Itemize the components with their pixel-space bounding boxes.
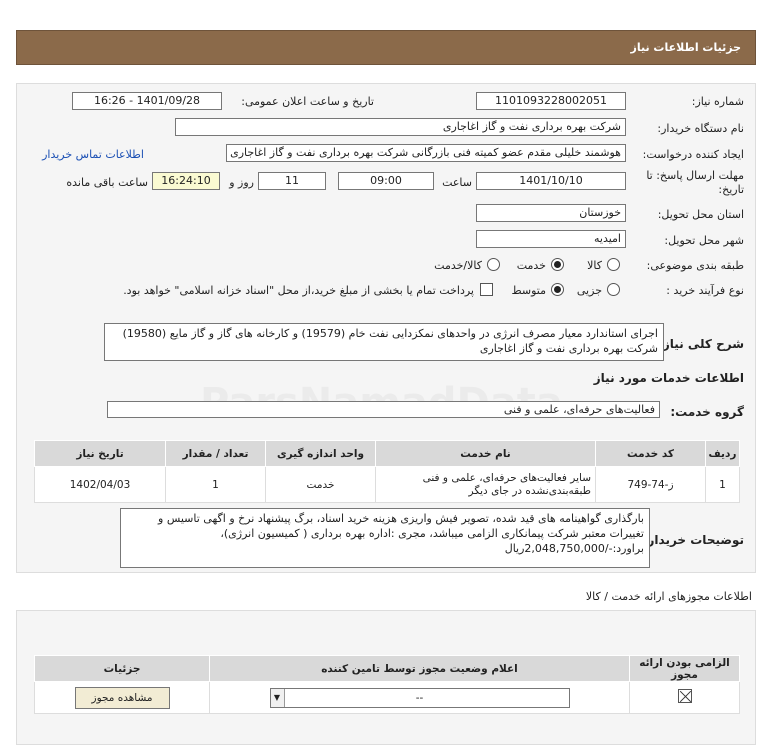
required-checkbox bbox=[677, 689, 692, 703]
remaining-time-field: 16:24:10 bbox=[152, 172, 220, 190]
city-field[interactable]: امیدیه bbox=[476, 230, 626, 248]
col-required: الزامی بودن ارائه مجوز bbox=[629, 655, 740, 682]
chevron-down-icon[interactable]: ▼ bbox=[270, 688, 285, 707]
category-label: طبقه بندی موضوعی: bbox=[646, 259, 744, 272]
announce-label: تاریخ و ساعت اعلان عمومی: bbox=[241, 95, 374, 108]
announce-field[interactable]: 1401/09/28 - 16:26 bbox=[72, 92, 222, 110]
col-code: کد خدمت bbox=[595, 440, 706, 467]
summary-label: شرح کلی نیاز: bbox=[658, 337, 744, 351]
deadline-label: مهلت ارسال پاسخ: تا تاریخ: bbox=[646, 169, 744, 196]
contact-buyer-link[interactable]: اطلاعات تماس خریدار bbox=[42, 148, 144, 161]
page: جزئیات اطلاعات نیاز ParsNamadData شماره … bbox=[0, 0, 770, 745]
buyer-notes-text: بارگذاری گواهینامه های قید شده، تصویر فی… bbox=[120, 508, 650, 568]
cell-qty: 1 bbox=[165, 466, 266, 503]
buyer-org-field[interactable]: شرکت بهره برداری نفت و گاز اغاجاری bbox=[175, 118, 626, 136]
radio-goods-service[interactable] bbox=[487, 258, 500, 271]
cell-name: سایر فعالیت‌های حرفه‌ای، علمی و فنی طبقه… bbox=[375, 466, 596, 503]
col-date: تاریخ نیاز bbox=[34, 440, 166, 467]
service-group-label: گروه خدمت: bbox=[670, 405, 744, 419]
need-number-label: شماره نیاز: bbox=[691, 95, 744, 108]
creator-field[interactable]: هوشمند خلیلی مقدم عضو کمیته فنی بازرگانی… bbox=[226, 144, 626, 162]
province-label: استان محل تحویل: bbox=[657, 208, 744, 221]
radio-minor-label: جزیی bbox=[576, 284, 602, 297]
col-qty: تعداد / مقدار bbox=[165, 440, 266, 467]
summary-text: اجرای استاندارد معیار مصرف انرژی در واحد… bbox=[104, 323, 664, 361]
cell-code: ز-74-749 bbox=[595, 466, 706, 503]
radio-service[interactable] bbox=[551, 258, 564, 271]
buyer-org-label: نام دستگاه خریدار: bbox=[657, 122, 744, 135]
services-table: ردیف کد خدمت نام خدمت واحد اندازه گیری ت… bbox=[34, 440, 740, 503]
radio-medium[interactable] bbox=[551, 283, 564, 296]
radio-medium-label: متوسط bbox=[511, 284, 546, 297]
city-label: شهر محل تحویل: bbox=[664, 234, 744, 247]
radio-goods-service-label: کالا/خدمت bbox=[434, 259, 482, 272]
col-row: ردیف bbox=[705, 440, 740, 467]
permits-table: الزامی بودن ارائه مجوز اعلام وضعیت مجوز … bbox=[34, 655, 740, 714]
deadline-date-field[interactable]: 1401/10/10 bbox=[476, 172, 626, 190]
radio-minor[interactable] bbox=[607, 283, 620, 296]
col-status: اعلام وضعیت مجوز توسط تامین کننده bbox=[209, 655, 630, 682]
deadline-time-field[interactable]: 09:00 bbox=[338, 172, 434, 190]
cell-status: -- ▼ bbox=[209, 681, 630, 714]
purchase-type-label: نوع فرآیند خرید : bbox=[666, 284, 744, 297]
col-name: نام خدمت bbox=[375, 440, 596, 467]
col-details: جزئیات bbox=[34, 655, 210, 682]
treasury-note: پرداخت تمام یا بخشی از مبلغ خرید،از محل … bbox=[123, 284, 474, 297]
permit-status-value: -- bbox=[415, 691, 424, 704]
deadline-time-label: ساعت bbox=[442, 176, 472, 189]
radio-goods[interactable] bbox=[607, 258, 620, 271]
view-permit-button[interactable]: مشاهده مجوز bbox=[74, 686, 170, 709]
need-number-field[interactable]: 1101093228002051 bbox=[476, 92, 626, 110]
creator-label: ایجاد کننده درخواست: bbox=[642, 148, 744, 161]
buyer-notes-label: توضیحات خریدار: bbox=[642, 533, 744, 547]
days-field[interactable]: 11 bbox=[258, 172, 326, 190]
page-title: جزئیات اطلاعات نیاز bbox=[630, 41, 742, 54]
treasury-checkbox[interactable] bbox=[480, 283, 493, 296]
permit-status-select[interactable]: -- ▼ bbox=[269, 687, 570, 708]
radio-goods-label: کالا bbox=[587, 259, 602, 272]
services-title: اطلاعات خدمات مورد نیاز bbox=[593, 371, 744, 385]
table-row: 1 ز-74-749 سایر فعالیت‌های حرفه‌ای، علمی… bbox=[34, 466, 740, 503]
col-unit: واحد اندازه گیری bbox=[265, 440, 376, 467]
table-row: -- ▼ مشاهده مجوز bbox=[34, 681, 740, 714]
cell-row: 1 bbox=[705, 466, 740, 503]
cell-unit: خدمت bbox=[265, 466, 376, 503]
days-label: روز و bbox=[229, 176, 254, 189]
province-field[interactable]: خوزستان bbox=[476, 204, 626, 222]
cell-date: 1402/04/03 bbox=[34, 466, 166, 503]
permits-title: اطلاعات مجوزهای ارائه خدمت / کالا bbox=[585, 590, 752, 603]
page-header: جزئیات اطلاعات نیاز bbox=[16, 30, 756, 65]
remaining-label: ساعت باقی مانده bbox=[66, 176, 148, 189]
service-group-field[interactable]: فعالیت‌های حرفه‌ای، علمی و فنی bbox=[107, 401, 660, 418]
cell-details: مشاهده مجوز bbox=[34, 681, 210, 714]
radio-service-label: خدمت bbox=[516, 259, 546, 272]
cell-required bbox=[629, 681, 740, 714]
